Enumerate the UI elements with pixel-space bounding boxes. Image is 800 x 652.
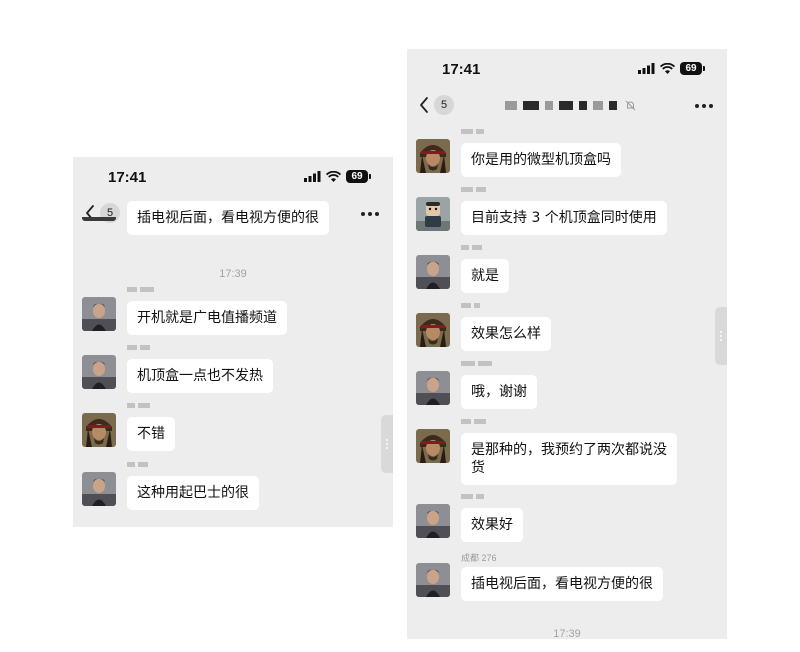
chat-screenshot-right: 17:41 69 5 你是用的微型机顶盒吗 目前支持 3 个机顶盒同时使用 就是…: [407, 49, 727, 639]
avatar[interactable]: [82, 355, 116, 389]
chat-screenshot-left: 17:41 69 5 插电视后面，看电视方便的很 17:39 开机就是广电值播频…: [73, 157, 393, 527]
more-options-icon[interactable]: [695, 104, 713, 108]
message-text: 机顶盒一点也不发热: [137, 368, 263, 384]
message-bubble: 哦，谢谢: [461, 375, 537, 409]
signal-icon: [638, 63, 655, 74]
message-bubble: 这种用起巴士的很: [127, 476, 259, 510]
message-list: 你是用的微型机顶盒吗 目前支持 3 个机顶盒同时使用 就是 效果怎么样 哦，谢谢…: [407, 129, 727, 639]
message-text: 这种用起巴士的很: [137, 485, 249, 501]
message-text: 就是: [471, 268, 499, 284]
message-bubble: 不错: [127, 417, 175, 451]
sender-redacted: [127, 462, 148, 467]
avatar[interactable]: [416, 255, 450, 289]
status-bar: 17:41 69: [407, 49, 727, 87]
chat-nav-bar: 5: [407, 89, 727, 123]
pirate-portrait-icon: [82, 413, 116, 447]
pirate-portrait-icon: [416, 139, 450, 173]
message-bubble: 效果好: [461, 508, 523, 542]
battery-level: 69: [680, 62, 702, 75]
avatar[interactable]: [416, 504, 450, 538]
man-portrait-icon: [82, 355, 116, 389]
man-portrait-icon: [82, 297, 116, 331]
message-bubble: 是那种的，我预约了两次都说没货: [461, 433, 677, 485]
mute-bell-icon: [625, 100, 636, 111]
chat-title-redacted: [505, 100, 636, 111]
message-text: 目前支持 3 个机顶盒同时使用: [471, 210, 657, 226]
message-text: 开机就是广电值播频道: [137, 310, 277, 326]
avatar[interactable]: [416, 563, 450, 597]
avatar[interactable]: [82, 413, 116, 447]
status-time: 17:41: [442, 61, 481, 78]
message-bubble: 机顶盒一点也不发热: [127, 359, 273, 393]
sender-redacted: [127, 403, 150, 408]
man-portrait-icon: [82, 472, 116, 506]
man-portrait-icon: [82, 217, 116, 221]
message-bubble: 目前支持 3 个机顶盒同时使用: [461, 201, 667, 235]
sender-redacted: [461, 419, 486, 424]
message-bubble: 效果怎么样: [461, 317, 551, 351]
message-bubble: 插电视后面，看电视方便的很: [127, 201, 329, 235]
man-portrait-icon: [416, 504, 450, 538]
battery-level: 69: [346, 170, 368, 183]
scroll-handle[interactable]: [715, 307, 727, 365]
avatar: [82, 207, 116, 221]
avatar[interactable]: [82, 297, 116, 331]
message-text: 不错: [137, 426, 165, 442]
avatar[interactable]: [82, 472, 116, 506]
sender-name: 成都 276: [461, 553, 497, 563]
pirate-portrait-icon: [416, 429, 450, 463]
avatar[interactable]: [416, 197, 450, 231]
sender-redacted: [127, 345, 150, 350]
man-portrait-icon: [416, 371, 450, 405]
sender-redacted: [127, 287, 154, 292]
scroll-handle[interactable]: [381, 415, 393, 473]
avatar[interactable]: [416, 429, 450, 463]
message-list: 插电视后面，看电视方便的很 17:39 开机就是广电值播频道 机顶盒一点也不发热…: [73, 201, 393, 527]
sender-redacted: [461, 129, 484, 134]
message-text: 插电视后面，看电视方便的很: [137, 210, 319, 226]
time-separator: 17:39: [553, 628, 581, 639]
man-portrait-icon: [416, 563, 450, 597]
message-text: 你是用的微型机顶盒吗: [471, 152, 611, 168]
message-text: 效果好: [471, 517, 513, 533]
message-text: 插电视后面，看电视方便的很: [471, 576, 653, 592]
time-separator: 17:39: [219, 268, 247, 280]
status-bar: 17:41 69: [73, 157, 393, 195]
more-options-icon[interactable]: [361, 212, 379, 216]
status-icons: 69: [638, 62, 705, 75]
message-bubble: 插电视后面，看电视方便的很: [461, 567, 663, 601]
avatar[interactable]: [416, 313, 450, 347]
status-time: 17:41: [108, 169, 147, 186]
battery-icon: 69: [680, 62, 705, 75]
message-text: 是那种的，我预约了两次都说没货: [471, 442, 667, 476]
sender-redacted: [461, 245, 482, 250]
sender-redacted: [461, 494, 484, 499]
status-icons: 69: [304, 170, 371, 183]
message-text: 效果怎么样: [471, 326, 541, 342]
message-text: 哦，谢谢: [471, 384, 527, 400]
wifi-icon: [660, 63, 675, 74]
wifi-icon: [326, 171, 341, 182]
signal-icon: [304, 171, 321, 182]
message-bubble: 就是: [461, 259, 509, 293]
pirate-portrait-icon: [416, 313, 450, 347]
battery-icon: 69: [346, 170, 371, 183]
message-bubble: 开机就是广电值播频道: [127, 301, 287, 335]
sender-redacted: [461, 303, 480, 308]
avatar[interactable]: [416, 139, 450, 173]
message-bubble: 你是用的微型机顶盒吗: [461, 143, 621, 177]
man-portrait-icon: [416, 255, 450, 289]
figurine-portrait-icon: [416, 197, 450, 231]
sender-redacted: [461, 361, 492, 366]
unread-count-badge[interactable]: 5: [434, 95, 454, 115]
back-chevron-icon[interactable]: [419, 96, 429, 114]
avatar[interactable]: [416, 371, 450, 405]
sender-redacted: [461, 187, 486, 192]
